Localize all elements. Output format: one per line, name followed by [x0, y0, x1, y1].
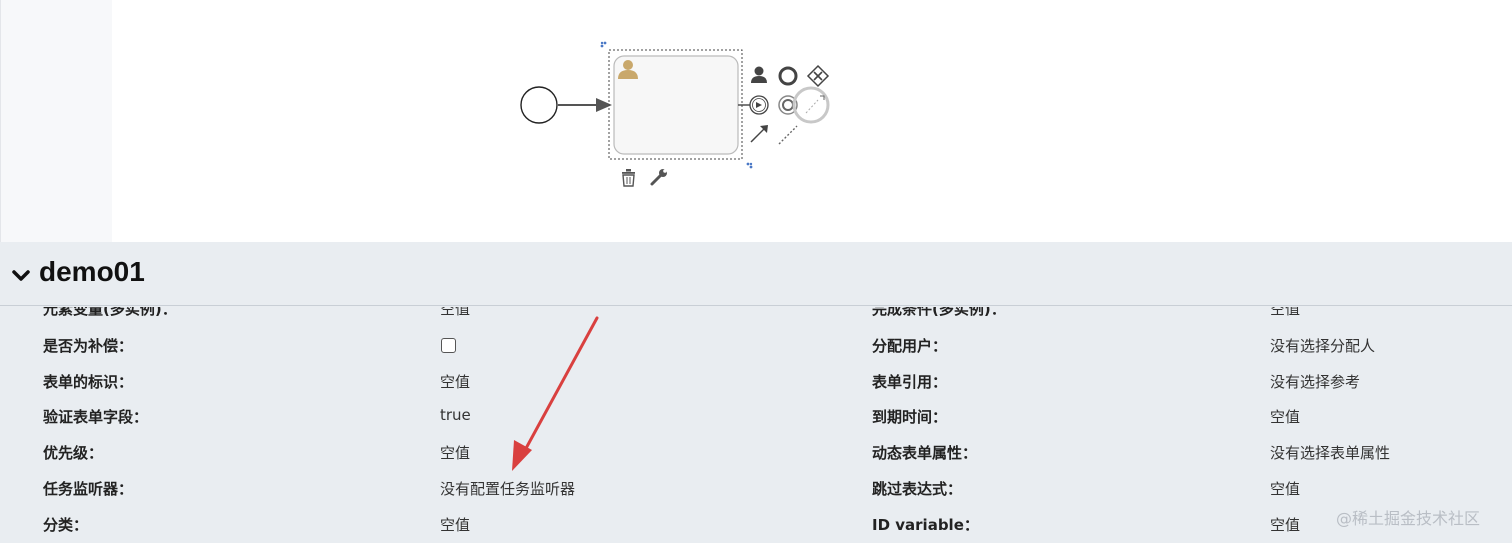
chevron-down-icon[interactable]: [10, 264, 32, 286]
property-row: 表单的标识： 空值 表单引用： 没有选择参考: [0, 371, 1512, 407]
property-value[interactable]: 空值: [440, 514, 470, 535]
property-value[interactable]: 空值: [440, 442, 470, 463]
property-label: 分配用户：: [872, 337, 948, 355]
property-row: 元素变量(多实例)： 空值 完成条件(多实例)： 空值: [0, 307, 1512, 334]
intermediate-event-icon[interactable]: [749, 95, 769, 115]
event-preview-line: [805, 99, 819, 114]
property-row: 分类： 空值 ID variable： 空值: [0, 514, 1512, 543]
property-value[interactable]: 空值: [1270, 514, 1300, 535]
context-user-icon[interactable]: [751, 66, 767, 84]
property-value[interactable]: 没有选择表单属性: [1270, 442, 1390, 463]
association-icon[interactable]: [778, 125, 798, 145]
wrench-icon[interactable]: [650, 169, 667, 186]
event-preview: [792, 86, 830, 124]
property-label: 是否为补偿：: [43, 337, 134, 355]
trash-icon[interactable]: [622, 169, 635, 187]
property-row: 任务监听器： 没有配置任务监听器 跳过表达式： 空值: [0, 478, 1512, 514]
property-value[interactable]: 没有配置任务监听器: [440, 478, 575, 499]
property-label: 到期时间：: [872, 408, 948, 426]
property-label: 跳过表达式：: [872, 480, 963, 498]
property-label: 动态表单属性：: [872, 444, 978, 462]
property-row: 验证表单字段： true 到期时间： 空值: [0, 406, 1512, 442]
property-label: 分类：: [43, 516, 89, 534]
end-event-icon[interactable]: [778, 66, 798, 86]
properties-header[interactable]: demo01: [0, 242, 1512, 306]
property-row: 优先级： 空值 动态表单属性： 没有选择表单属性: [0, 442, 1512, 478]
property-value[interactable]: 空值: [1270, 478, 1300, 499]
property-value[interactable]: 空值: [440, 371, 470, 392]
resize-handle-top-left[interactable]: [600, 41, 607, 48]
property-value[interactable]: 空值: [1270, 406, 1300, 427]
watermark: @稀土掘金技术社区: [1336, 509, 1481, 528]
properties-table: 元素变量(多实例)： 空值 完成条件(多实例)： 空值 是否为补偿： 分配用户：…: [0, 307, 1512, 543]
property-label: 优先级：: [43, 444, 104, 462]
property-label: 任务监听器：: [43, 480, 134, 498]
resize-handle-bottom-right[interactable]: [746, 162, 753, 169]
property-row: 是否为补偿： 分配用户： 没有选择分配人: [0, 335, 1512, 371]
event-preview-corner: [820, 95, 825, 100]
start-event[interactable]: [520, 86, 558, 124]
property-label: 表单的标识：: [43, 373, 134, 391]
property-label: ID variable：: [872, 516, 979, 534]
property-value[interactable]: 空值: [1270, 307, 1300, 319]
property-value[interactable]: 没有选择参考: [1270, 371, 1360, 392]
property-label: 完成条件(多实例)：: [872, 307, 1006, 318]
bpmn-diagram[interactable]: [0, 0, 1512, 242]
property-label: 验证表单字段：: [43, 408, 149, 426]
property-value[interactable]: true: [440, 406, 471, 424]
connect-arrow-icon[interactable]: [750, 125, 768, 143]
panel-title: demo01: [39, 256, 145, 287]
gateway-x-icon[interactable]: [806, 64, 830, 88]
properties-panel: demo01 元素变量(多实例)： 空值 完成条件(多实例)： 空值 是否为补偿…: [0, 242, 1512, 543]
is-compensation-checkbox[interactable]: [441, 338, 456, 353]
property-value[interactable]: 空值: [440, 307, 470, 319]
sequence-flow-arrowhead: [596, 98, 612, 112]
property-label: 表单引用：: [872, 373, 948, 391]
property-value[interactable]: 没有选择分配人: [1270, 335, 1375, 356]
property-label: 元素变量(多实例)：: [43, 307, 177, 318]
